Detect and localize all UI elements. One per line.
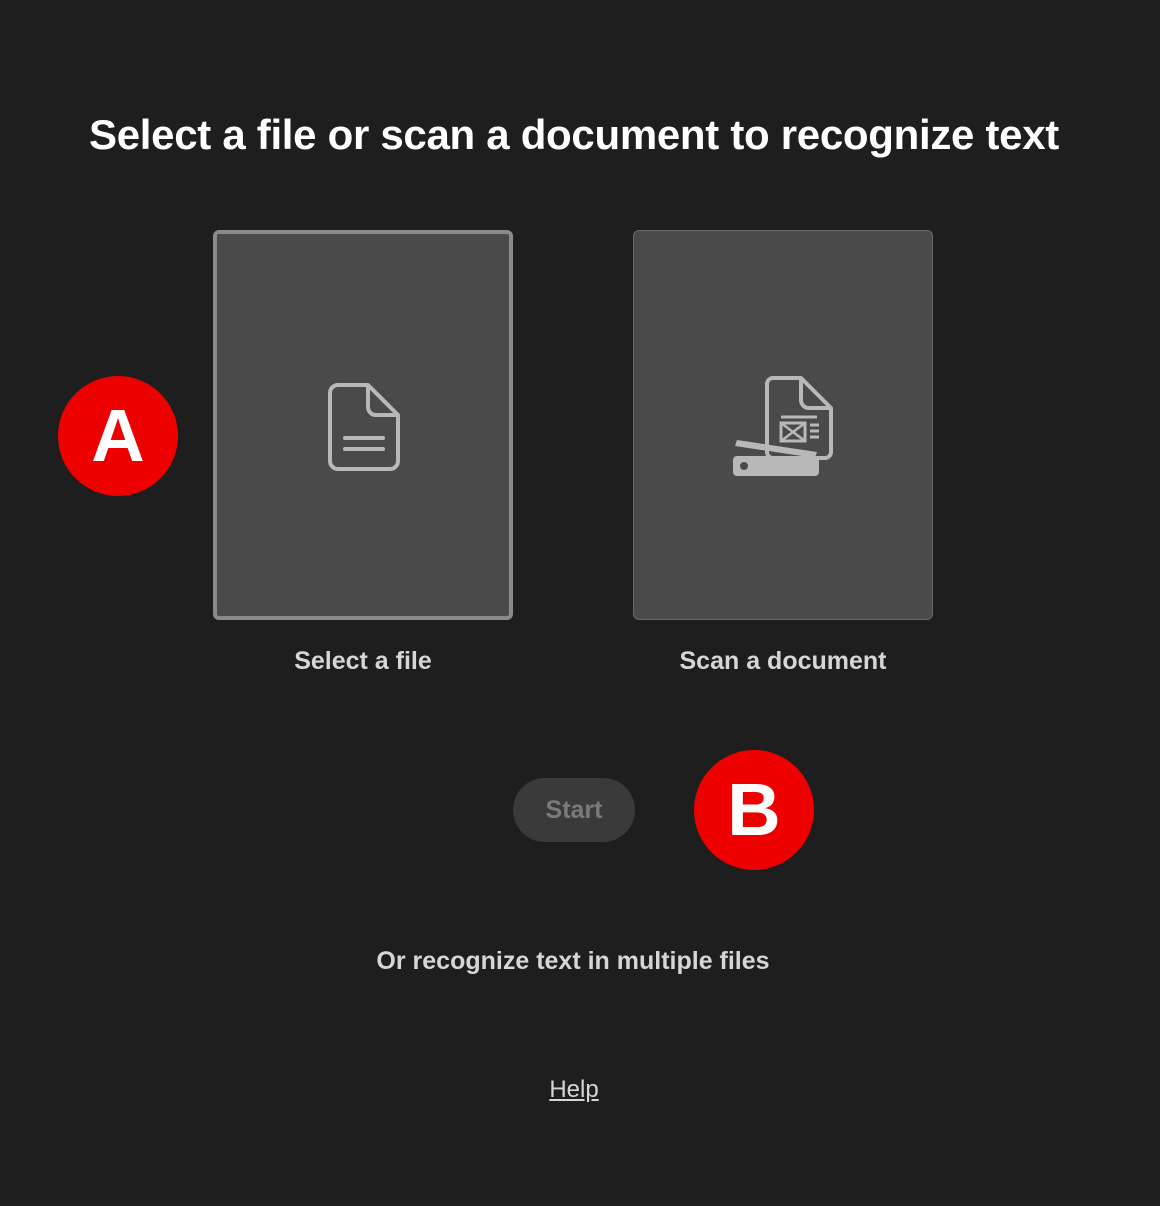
- scanner-icon: [733, 376, 833, 476]
- start-button[interactable]: Start: [513, 778, 635, 842]
- multiple-files-link[interactable]: Or recognize text in multiple files: [0, 943, 1146, 979]
- document-icon: [328, 383, 400, 471]
- marker-b-badge: B: [694, 750, 814, 870]
- marker-a-badge: A: [58, 376, 178, 496]
- select-file-label[interactable]: Select a file: [213, 643, 513, 679]
- recognize-text-page: Select a file or scan a document to reco…: [0, 0, 1160, 1206]
- page-title: Select a file or scan a document to reco…: [89, 111, 1059, 158]
- scan-document-label[interactable]: Scan a document: [633, 643, 933, 679]
- select-file-card[interactable]: [213, 230, 513, 620]
- help-link[interactable]: Help: [0, 1073, 1148, 1107]
- scan-document-card[interactable]: [633, 230, 933, 620]
